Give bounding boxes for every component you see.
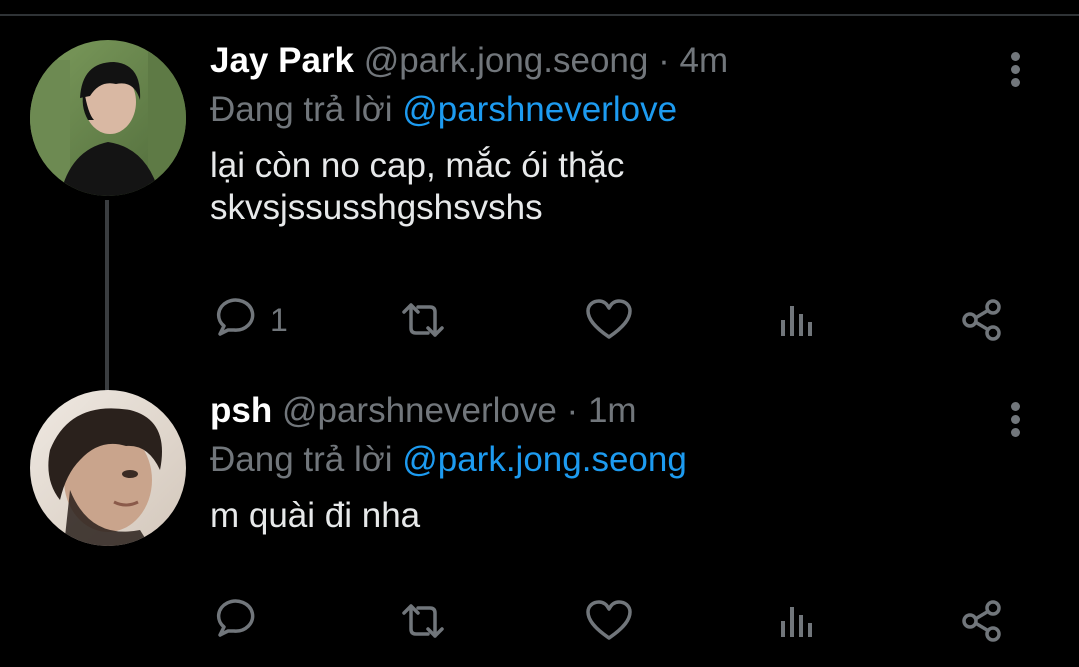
share-icon: [962, 600, 1001, 642]
retweet-button[interactable]: [398, 597, 448, 645]
avatar[interactable]: [30, 390, 186, 546]
avatar[interactable]: [30, 40, 186, 196]
views-button[interactable]: [775, 597, 819, 645]
replying-to: Đang trả lời @park.jong.seong: [210, 439, 999, 481]
retweet-icon: [402, 303, 444, 337]
share-button[interactable]: [960, 597, 1004, 645]
heart-icon: [586, 299, 632, 339]
tweet-text: lại còn no cap, mắc ói thặc skvsjssusshg…: [210, 146, 625, 227]
replying-to: Đang trả lời @parshneverlove: [210, 89, 999, 131]
timestamp[interactable]: 1m: [588, 391, 637, 430]
retweet-icon: [402, 604, 444, 638]
share-icon: [962, 299, 1001, 341]
reply-button[interactable]: [210, 597, 270, 645]
display-name[interactable]: psh: [210, 391, 272, 430]
timestamp[interactable]: 4m: [680, 41, 729, 80]
action-bar: 1: [210, 296, 1030, 344]
mention-link[interactable]: @park.jong.seong: [402, 440, 687, 479]
tweet-header: psh @parshneverlove · 1m: [210, 390, 999, 434]
retweet-button[interactable]: [398, 296, 448, 344]
display-name[interactable]: Jay Park: [210, 41, 354, 80]
like-button[interactable]: [585, 597, 633, 645]
reply-icon: [216, 298, 255, 336]
avatar-photo-icon: [30, 40, 186, 196]
top-divider: [0, 0, 1079, 16]
tweet[interactable]: Jay Park @park.jong.seong · 4m Đang trả …: [0, 40, 1079, 424]
heart-icon: [586, 600, 632, 640]
reply-count: 1: [270, 301, 288, 338]
tweet[interactable]: psh @parshneverlove · 1m Đang trả lời @p…: [0, 390, 1079, 667]
like-button[interactable]: [585, 296, 633, 344]
views-icon: [781, 306, 812, 336]
tweet-text: m quài đi nha: [210, 496, 421, 535]
reply-button[interactable]: 1: [210, 296, 288, 344]
tweet-header: Jay Park @park.jong.seong · 4m: [210, 40, 999, 84]
avatar-photo-icon: [30, 390, 186, 546]
separator-dot: ·: [658, 41, 670, 80]
reply-prefix: Đang trả lời: [210, 440, 393, 479]
action-bar: [210, 597, 1030, 645]
user-handle[interactable]: @park.jong.seong: [364, 41, 649, 80]
share-button[interactable]: [960, 296, 1004, 344]
views-button[interactable]: [775, 296, 819, 344]
views-icon: [781, 607, 812, 637]
reply-icon: [216, 599, 255, 637]
more-vertical-icon[interactable]: [1001, 50, 1031, 90]
tweet-content: psh @parshneverlove · 1m Đang trả lời @p…: [210, 390, 999, 537]
more-vertical-icon[interactable]: [1001, 400, 1031, 440]
mention-link[interactable]: @parshneverlove: [402, 90, 677, 129]
reply-prefix: Đang trả lời: [210, 90, 393, 129]
tweet-content: Jay Park @park.jong.seong · 4m Đang trả …: [210, 40, 999, 229]
user-handle[interactable]: @parshneverlove: [282, 391, 557, 430]
separator-dot: ·: [566, 391, 579, 430]
